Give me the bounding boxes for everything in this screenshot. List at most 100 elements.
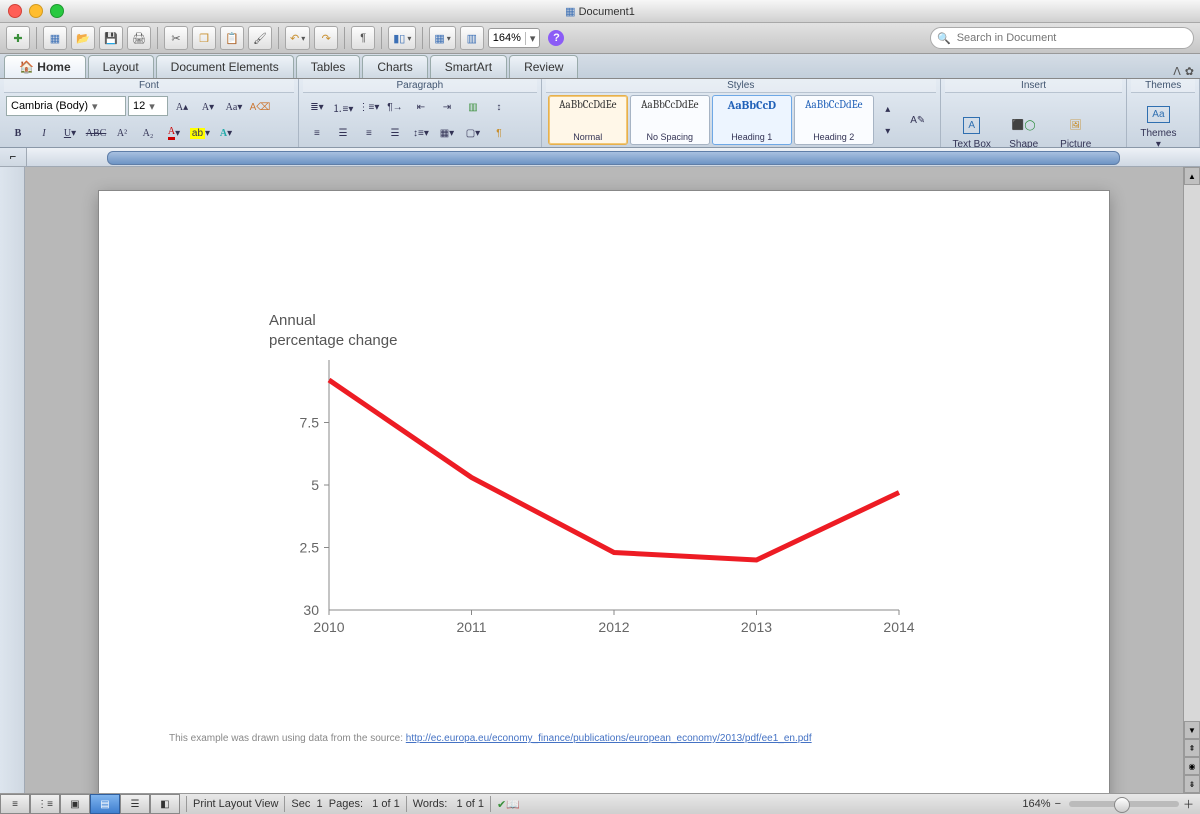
sidebar-button[interactable]: ▮▯▾: [388, 26, 416, 50]
view-name: Print Layout View: [193, 798, 278, 810]
zoom-slider[interactable]: [1069, 801, 1179, 807]
borders-button[interactable]: ▢▾: [461, 122, 485, 144]
tab-smartart[interactable]: SmartArt: [430, 55, 507, 78]
zoom-combo[interactable]: 164%▾: [488, 28, 541, 48]
vertical-ruler[interactable]: [0, 167, 25, 793]
tab-review[interactable]: Review: [509, 55, 578, 78]
superscript-button[interactable]: A²: [110, 122, 134, 144]
tab-charts[interactable]: Charts: [362, 55, 427, 78]
zoom-in-button[interactable]: ＋: [1183, 796, 1194, 812]
scroll-up-button[interactable]: ▲: [1184, 167, 1200, 185]
spellcheck-icon[interactable]: ✔📖: [497, 798, 520, 811]
ltr-button[interactable]: ¶→: [383, 96, 407, 118]
themes-button[interactable]: Aa Themes▾: [1133, 95, 1183, 153]
shrink-font-button[interactable]: A▾: [196, 96, 220, 118]
new-doc-button[interactable]: ✚: [6, 26, 30, 50]
styles-pane-button[interactable]: A✎: [902, 97, 934, 143]
show-marks-button[interactable]: ¶: [487, 122, 511, 144]
numbering-button[interactable]: ⒈≡▾: [331, 96, 355, 118]
source-link[interactable]: http://ec.europa.eu/economy_finance/publ…: [406, 733, 812, 744]
zoom-out-button[interactable]: −: [1055, 798, 1061, 810]
format-painter-button[interactable]: 🖌: [248, 26, 272, 50]
outline-view-button[interactable]: ⋮≡: [30, 794, 60, 814]
align-left-button[interactable]: ≡: [305, 122, 329, 144]
words-value: 1 of 1: [457, 798, 485, 810]
sort-button[interactable]: ↕: [487, 96, 511, 118]
style-heading-2[interactable]: AaBbCcDdEe Heading 2: [794, 95, 874, 145]
multilevel-button[interactable]: ⋮≡▾: [357, 96, 381, 118]
decrease-indent-button[interactable]: ⇤: [409, 96, 433, 118]
group-styles: Styles AaBbCcDdEe Normal AaBbCcDdEe No S…: [542, 79, 941, 147]
gallery-button[interactable]: ▥: [460, 26, 484, 50]
show-formatting-button[interactable]: ¶: [351, 26, 375, 50]
tab-document-elements[interactable]: Document Elements: [156, 55, 294, 78]
draft-view-button[interactable]: ≡: [0, 794, 30, 814]
justify-button[interactable]: ☰: [383, 122, 407, 144]
search-input[interactable]: [955, 31, 1187, 45]
ribbon-settings-button[interactable]: ✿: [1185, 65, 1194, 78]
insert-picture-button[interactable]: 🖼 Picture: [1051, 95, 1101, 153]
highlight-button[interactable]: ab▾: [188, 122, 212, 144]
align-center-button[interactable]: ☰: [331, 122, 355, 144]
cut-button[interactable]: ✂: [164, 26, 188, 50]
insert-textbox-button[interactable]: A Text Box: [947, 95, 997, 153]
font-color-button[interactable]: A▾: [162, 122, 186, 144]
fullscreen-view-button[interactable]: ◧: [150, 794, 180, 814]
status-zoom[interactable]: 164%: [1022, 798, 1050, 810]
italic-button[interactable]: I: [32, 122, 56, 144]
styles-scroll-up[interactable]: ▴: [876, 98, 900, 120]
textbox-icon: A: [958, 111, 986, 139]
horizontal-ruler[interactable]: [27, 148, 1200, 166]
tab-tables[interactable]: Tables: [296, 55, 361, 78]
tab-layout[interactable]: Layout: [88, 55, 154, 78]
svg-text:2010: 2010: [313, 619, 344, 635]
line-spacing-button[interactable]: ↕≡▾: [409, 122, 433, 144]
columns-button[interactable]: ▥: [461, 96, 485, 118]
notebook-view-button[interactable]: ☰: [120, 794, 150, 814]
styles-scroll-down[interactable]: ▾: [876, 120, 900, 142]
text-effects-button[interactable]: A▾: [214, 122, 238, 144]
style-no-spacing[interactable]: AaBbCcDdEe No Spacing: [630, 95, 710, 145]
publishing-view-button[interactable]: ▣: [60, 794, 90, 814]
style-normal[interactable]: AaBbCcDdEe Normal: [548, 95, 628, 145]
document-canvas[interactable]: Annual percentage change 2.557.530201020…: [25, 167, 1183, 793]
shading-button[interactable]: ▦▾: [435, 122, 459, 144]
font-size-combo[interactable]: 12▾: [128, 96, 168, 116]
search-box[interactable]: 🔍: [930, 27, 1194, 49]
clear-formatting-button[interactable]: A⌫: [248, 96, 272, 118]
increase-indent-button[interactable]: ⇥: [435, 96, 459, 118]
strikethrough-button[interactable]: ABC: [84, 122, 108, 144]
toolbox-button[interactable]: ▦▾: [429, 26, 455, 50]
style-heading-1[interactable]: AaBbCcD Heading 1: [712, 95, 792, 145]
tab-selector[interactable]: ⌐: [0, 148, 27, 166]
open-button[interactable]: 📂: [71, 26, 95, 50]
print-button[interactable]: 🖨: [127, 26, 151, 50]
template-button[interactable]: ▦: [43, 26, 67, 50]
change-case-button[interactable]: Aa▾: [222, 96, 246, 118]
subscript-button[interactable]: A₂: [136, 122, 160, 144]
save-button[interactable]: 💾: [99, 26, 123, 50]
scroll-down-button[interactable]: ▼: [1184, 721, 1200, 739]
undo-button[interactable]: ↶▾: [285, 26, 310, 50]
prev-page-button[interactable]: ⇞: [1184, 739, 1200, 757]
font-name-combo[interactable]: Cambria (Body)▾: [6, 96, 126, 116]
tab-home[interactable]: 🏠 Home: [4, 55, 86, 78]
shape-icon: ⬛◯: [1010, 111, 1038, 139]
print-layout-view-button[interactable]: ▤: [90, 794, 120, 814]
browse-object-button[interactable]: ◉: [1184, 757, 1200, 775]
align-right-button[interactable]: ≡: [357, 122, 381, 144]
bullets-button[interactable]: ≣▾: [305, 96, 329, 118]
underline-button[interactable]: U▾: [58, 122, 82, 144]
vertical-scrollbar[interactable]: ▲ ▼ ⇞ ◉ ⇟: [1183, 167, 1200, 793]
bold-button[interactable]: B: [6, 122, 30, 144]
collapse-ribbon-button[interactable]: ᐱ: [1173, 65, 1181, 78]
help-button[interactable]: ?: [544, 26, 568, 50]
chart-plot: 2.557.53020102011201220132014: [269, 350, 929, 670]
grow-font-button[interactable]: A▴: [170, 96, 194, 118]
redo-button[interactable]: ↷: [314, 26, 338, 50]
copy-button[interactable]: ❐: [192, 26, 216, 50]
next-page-button[interactable]: ⇟: [1184, 775, 1200, 793]
window-title: ▦ Document1: [0, 5, 1200, 18]
paste-button[interactable]: 📋: [220, 26, 244, 50]
insert-shape-button[interactable]: ⬛◯ Shape: [999, 95, 1049, 153]
